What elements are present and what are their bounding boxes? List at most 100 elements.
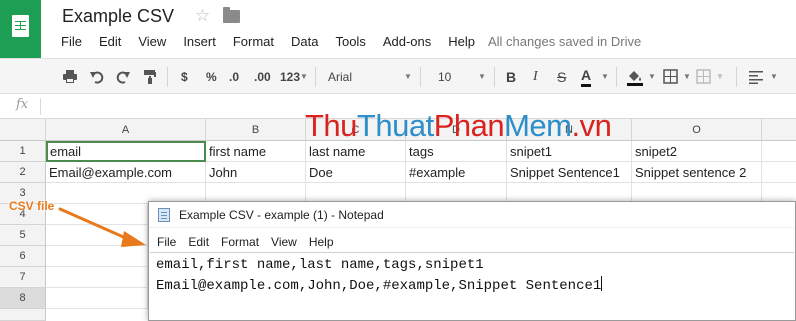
folder-icon[interactable]: [223, 7, 240, 23]
menu-help[interactable]: Help: [448, 34, 475, 49]
fill-color-icon[interactable]: [626, 68, 644, 86]
notepad-titlebar[interactable]: Example CSV - example (1) - Notepad: [149, 202, 795, 228]
notepad-menu-edit[interactable]: Edit: [188, 235, 209, 249]
italic-button[interactable]: I: [533, 68, 538, 86]
bold-button[interactable]: B: [506, 68, 516, 86]
cell-b2[interactable]: John: [206, 162, 306, 183]
notepad-text-area[interactable]: email,first name,last name,tags,snipet1 …: [150, 252, 794, 320]
notepad-menu-file[interactable]: File: [157, 235, 176, 249]
font-family-select[interactable]: Arial: [328, 68, 352, 86]
chevron-down-icon[interactable]: ▼: [648, 68, 656, 86]
column-header[interactable]: O: [632, 119, 762, 141]
chevron-down-icon[interactable]: ▼: [601, 68, 609, 86]
toolbar-separator: [315, 67, 316, 87]
redo-icon[interactable]: [115, 69, 131, 87]
text-caret: [601, 276, 603, 291]
cell[interactable]: [762, 162, 796, 183]
cell-o2[interactable]: Snippet sentence 2: [632, 162, 762, 183]
cell[interactable]: [46, 225, 148, 246]
row-header[interactable]: 6: [0, 246, 46, 267]
cell-a1[interactable]: email: [46, 141, 206, 162]
menu-addons[interactable]: Add-ons: [383, 34, 431, 49]
toolbar-separator: [420, 67, 421, 87]
increase-decimals-button[interactable]: .00: [254, 68, 271, 86]
notepad-line: email,first name,last name,tags,snipet1: [156, 257, 484, 273]
menu-tools[interactable]: Tools: [335, 34, 365, 49]
notepad-icon: [158, 208, 170, 222]
cell[interactable]: [46, 246, 148, 267]
menu-data[interactable]: Data: [291, 34, 318, 49]
chevron-down-icon[interactable]: ▼: [683, 68, 691, 86]
font-size-select[interactable]: 10: [438, 68, 451, 86]
chevron-down-icon[interactable]: ▼: [404, 68, 412, 86]
cell-n1[interactable]: snipet1: [507, 141, 632, 162]
column-header[interactable]: A: [46, 119, 206, 141]
notepad-line: Email@example.com,John,Doe,#example,Snip…: [156, 278, 602, 294]
row-header-selected[interactable]: 8: [0, 288, 46, 309]
toolbar-separator: [736, 67, 737, 87]
toolbar-separator: [616, 67, 617, 87]
cell[interactable]: [762, 141, 796, 162]
decrease-decimals-button[interactable]: .0: [229, 68, 239, 86]
menu-edit[interactable]: Edit: [99, 34, 121, 49]
chevron-down-icon[interactable]: ▼: [300, 68, 308, 86]
row-header[interactable]: 7: [0, 267, 46, 288]
app-header: Example CSV ☆ File Edit View Insert Form…: [0, 0, 796, 58]
cell-d1[interactable]: tags: [406, 141, 507, 162]
cell-b1[interactable]: first name: [206, 141, 306, 162]
menu-format[interactable]: Format: [233, 34, 274, 49]
column-header[interactable]: B: [206, 119, 306, 141]
row-header[interactable]: [0, 309, 46, 321]
document-title[interactable]: Example CSV: [62, 6, 174, 27]
menu-view[interactable]: View: [138, 34, 166, 49]
menu-insert[interactable]: Insert: [183, 34, 216, 49]
notepad-line-with-caret: Email@example.com,John,Doe,#example,Snip…: [156, 276, 603, 294]
more-formats-button[interactable]: 123: [280, 68, 300, 86]
currency-format-button[interactable]: $: [181, 68, 188, 86]
sheets-logo-icon[interactable]: [0, 0, 41, 58]
save-status: All changes saved in Drive: [488, 34, 642, 49]
menu-bar: File Edit View Insert Format Data Tools …: [61, 34, 492, 49]
cell-n2[interactable]: Snippet Sentence1: [507, 162, 632, 183]
percent-format-button[interactable]: %: [206, 68, 217, 86]
paint-format-icon[interactable]: [142, 69, 158, 87]
toolbar-separator: [494, 67, 495, 87]
notepad-title: Example CSV - example (1) - Notepad: [179, 208, 384, 222]
cell[interactable]: [46, 288, 148, 309]
column-header[interactable]: [762, 119, 796, 141]
row-header[interactable]: 5: [0, 225, 46, 246]
cell[interactable]: [46, 267, 148, 288]
notepad-menu-format[interactable]: Format: [221, 235, 259, 249]
toolbar: $ % .0 .00 123 ▼ Arial ▼ 10 ▼ B I S A ▼ …: [0, 58, 796, 94]
menu-file[interactable]: File: [61, 34, 82, 49]
row-header[interactable]: 1: [0, 141, 46, 162]
print-icon[interactable]: [62, 69, 78, 87]
csv-file-label: CSV file: [9, 199, 55, 213]
toolbar-separator: [167, 67, 168, 87]
cell[interactable]: [46, 204, 148, 225]
merge-cells-icon[interactable]: [696, 69, 711, 87]
notepad-menu-view[interactable]: View: [271, 235, 297, 249]
text-color-button[interactable]: A: [581, 68, 592, 87]
cell-c1[interactable]: last name: [306, 141, 406, 162]
notepad-menu-help[interactable]: Help: [309, 235, 334, 249]
cell-a2[interactable]: Email@example.com: [46, 162, 206, 183]
select-all-corner[interactable]: [0, 119, 46, 141]
cell-o1[interactable]: snipet2: [632, 141, 762, 162]
chevron-down-icon[interactable]: ▼: [716, 68, 724, 86]
borders-icon[interactable]: [663, 69, 678, 87]
strikethrough-button[interactable]: S: [557, 68, 566, 86]
fx-icon: fx: [16, 97, 29, 112]
notepad-window[interactable]: Example CSV - example (1) - Notepad File…: [148, 201, 796, 321]
undo-icon[interactable]: [89, 69, 105, 87]
cell-c2[interactable]: Doe: [306, 162, 406, 183]
star-icon[interactable]: ☆: [195, 6, 210, 26]
notepad-menu-bar: File Edit Format View Help: [157, 235, 346, 249]
align-left-icon[interactable]: [748, 69, 764, 87]
cell-d2[interactable]: #example: [406, 162, 507, 183]
watermark-logo: ThuThuatPhanMem.vn: [305, 108, 612, 143]
row-header[interactable]: 2: [0, 162, 46, 183]
chevron-down-icon[interactable]: ▼: [478, 68, 486, 86]
formula-separator: [40, 98, 41, 115]
chevron-down-icon[interactable]: ▼: [770, 68, 778, 86]
